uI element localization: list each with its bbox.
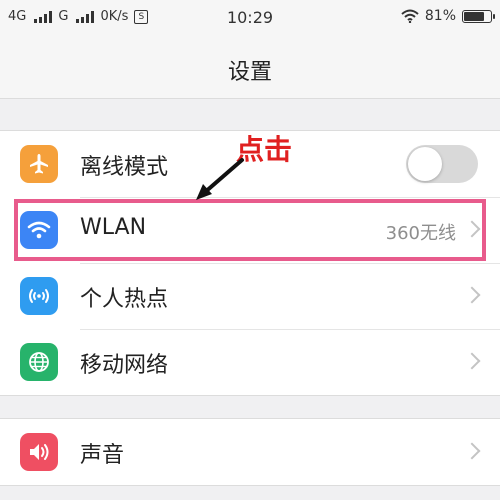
chevron-right-icon xyxy=(463,286,481,304)
airplane-mode-toggle[interactable] xyxy=(406,145,478,183)
toggle-knob xyxy=(408,147,442,181)
globe-icon xyxy=(20,343,58,381)
sound-label: 声音 xyxy=(80,443,125,468)
page-title: 设置 xyxy=(227,60,272,85)
airplane-mode-label: 离线模式 xyxy=(80,155,169,180)
nav-header: 设置 xyxy=(0,34,500,99)
hotspot-label: 个人热点 xyxy=(80,287,169,312)
settings-row-wlan[interactable]: WLAN 360无线 xyxy=(0,197,500,263)
speaker-icon xyxy=(20,433,58,471)
airplane-icon xyxy=(20,145,58,183)
settings-row-sound[interactable]: 声音 xyxy=(0,419,500,485)
annotation-click-text: 点击 xyxy=(236,133,293,166)
chevron-right-icon xyxy=(463,220,481,238)
settings-row-hotspot[interactable]: 个人热点 xyxy=(0,263,500,329)
wifi-icon xyxy=(20,211,58,249)
battery-fill xyxy=(464,11,484,21)
chevron-right-icon xyxy=(463,442,481,460)
chevron-right-icon xyxy=(463,352,481,370)
battery-percent: 81% xyxy=(424,8,456,24)
wlan-label: WLAN xyxy=(80,215,147,240)
mobile-network-label: 移动网络 xyxy=(80,353,169,378)
status-bar: 4G G 0K/s S 10:29 81% xyxy=(0,0,500,34)
settings-group-connectivity: 离线模式 WLAN 360无线 个人热点 移动网络 xyxy=(0,130,500,396)
hotspot-icon xyxy=(20,277,58,315)
status-right: 81% xyxy=(401,8,495,24)
settings-row-mobile-network[interactable]: 移动网络 xyxy=(0,329,500,395)
wlan-current-network: 360无线 xyxy=(385,223,456,244)
settings-group-sound: 声音 xyxy=(0,418,500,486)
battery-icon xyxy=(462,9,495,23)
wifi-status-icon xyxy=(401,9,419,23)
